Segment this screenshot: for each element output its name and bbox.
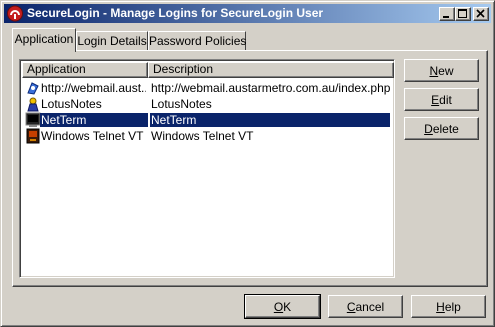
new-button-accelerator: N bbox=[429, 64, 439, 78]
tab-application[interactable]: Application bbox=[12, 28, 76, 52]
help-button[interactable]: Help bbox=[411, 295, 486, 318]
terminal-icon bbox=[25, 112, 41, 128]
delete-button-label: elete bbox=[432, 122, 459, 136]
title-bar[interactable]: SecureLogin - Manage Logins for SecureLo… bbox=[4, 4, 491, 23]
maximize-button[interactable] bbox=[455, 7, 471, 21]
description-cell: Windows Telnet VT bbox=[151, 129, 254, 143]
column-description-label: Description bbox=[153, 62, 214, 76]
description-cell: LotusNotes bbox=[151, 97, 212, 111]
list-item[interactable]: Windows Telnet VT Windows Telnet VT bbox=[22, 128, 390, 144]
web-app-icon bbox=[25, 80, 41, 96]
telnet-icon bbox=[25, 128, 41, 144]
list-item-selected[interactable]: NetTerm NetTerm bbox=[22, 112, 390, 128]
close-icon bbox=[476, 9, 485, 18]
help-button-accelerator: H bbox=[436, 300, 445, 314]
column-header-application[interactable]: Application bbox=[22, 62, 148, 78]
application-tab-panel: Application Description http://webmail.a… bbox=[12, 50, 488, 287]
application-cell: http://webmail.aust... bbox=[41, 81, 146, 95]
cancel-button-label: ancel bbox=[355, 300, 385, 314]
edit-button-label: dit bbox=[439, 93, 452, 107]
column-application-label: Application bbox=[27, 62, 86, 76]
tab-login-details[interactable]: Login Details bbox=[76, 31, 148, 51]
window-title: SecureLogin - Manage Logins for SecureLo… bbox=[27, 6, 324, 20]
application-cell: NetTerm bbox=[40, 113, 148, 127]
new-button[interactable]: New bbox=[404, 59, 479, 82]
list-header: Application Description bbox=[22, 62, 394, 78]
list-item[interactable]: LotusNotes LotusNotes bbox=[22, 96, 390, 112]
close-button[interactable] bbox=[473, 7, 489, 21]
column-header-description[interactable]: Description bbox=[148, 62, 394, 78]
list-item[interactable]: http://webmail.aust... http://webmail.au… bbox=[22, 80, 390, 96]
description-cell: http://webmail.austarmetro.com.au/index.… bbox=[151, 81, 390, 95]
maximize-icon bbox=[458, 9, 467, 18]
securelogin-logo-icon bbox=[6, 5, 24, 22]
edit-button-accelerator: E bbox=[431, 93, 440, 107]
edit-button[interactable]: Edit bbox=[404, 88, 479, 111]
lotus-notes-icon bbox=[25, 96, 41, 112]
ok-button-label: K bbox=[283, 300, 292, 314]
minimize-button[interactable] bbox=[439, 7, 455, 21]
help-button-label: elp bbox=[444, 300, 461, 314]
tab-password-policies-label: Password Policies bbox=[149, 34, 247, 48]
ok-button[interactable]: OK bbox=[244, 294, 321, 319]
cancel-button[interactable]: Cancel bbox=[328, 295, 403, 318]
new-button-label: ew bbox=[438, 64, 454, 78]
tab-login-details-label: Login Details bbox=[77, 34, 147, 48]
delete-button-accelerator: D bbox=[424, 122, 433, 136]
delete-button[interactable]: Delete bbox=[404, 117, 479, 140]
dialog-window: SecureLogin - Manage Logins for SecureLo… bbox=[0, 0, 495, 327]
description-cell: NetTerm bbox=[150, 113, 390, 127]
applications-list[interactable]: Application Description http://webmail.a… bbox=[19, 59, 395, 278]
application-cell: Windows Telnet VT bbox=[41, 129, 144, 143]
application-cell: LotusNotes bbox=[41, 97, 102, 111]
tab-application-label: Application bbox=[14, 32, 74, 46]
minimize-icon bbox=[443, 16, 449, 18]
tab-password-policies[interactable]: Password Policies bbox=[148, 31, 246, 51]
ok-button-accelerator: O bbox=[273, 300, 284, 314]
